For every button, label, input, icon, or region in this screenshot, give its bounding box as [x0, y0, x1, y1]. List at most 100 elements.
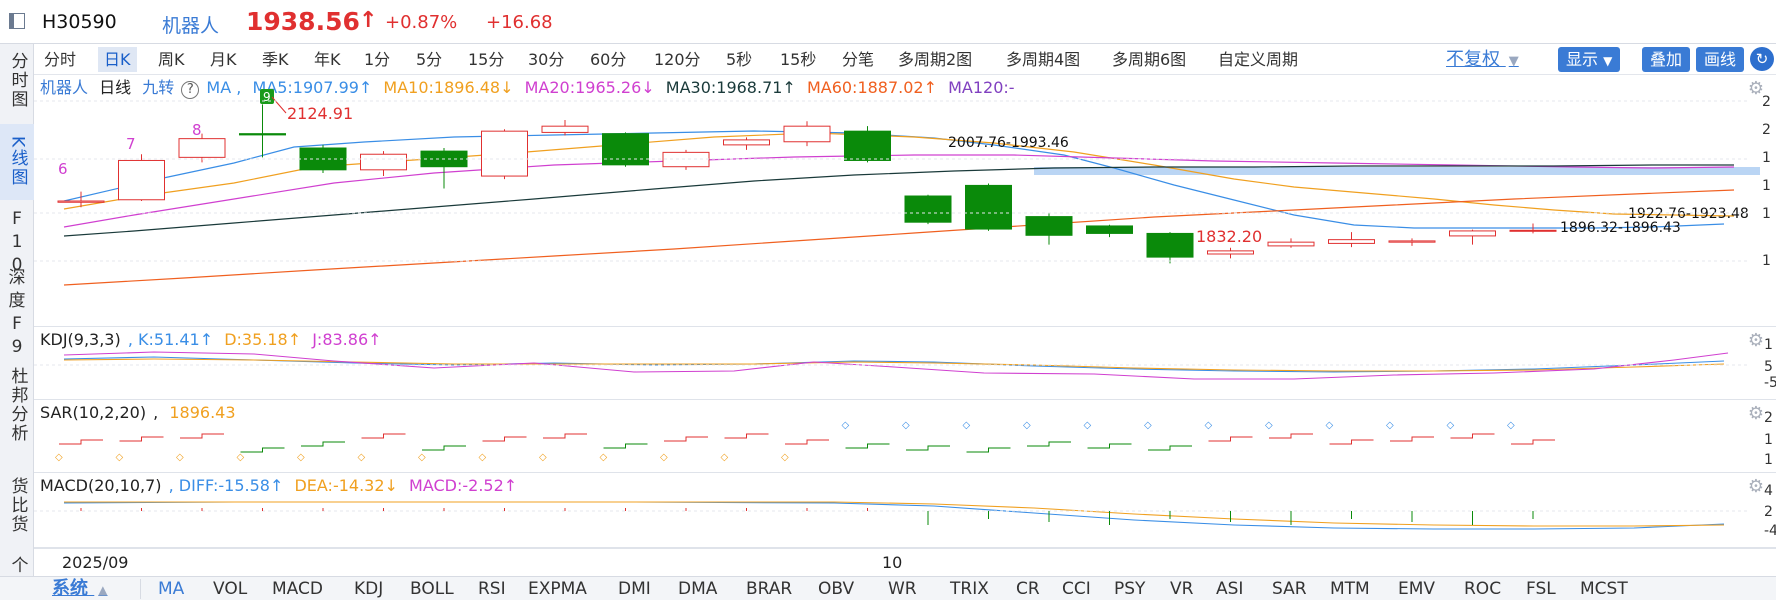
sar-dot: ◇	[297, 452, 305, 463]
indicator-tab-obv[interactable]: OBV	[818, 579, 854, 599]
sidebar-toggle-icon[interactable]	[9, 13, 25, 29]
macd-chart: 4 2 -4	[34, 483, 1776, 539]
tab-custom[interactable]: 自定义周期	[1212, 47, 1304, 72]
sar-segment	[1511, 439, 1555, 445]
indicator-tab-vol[interactable]: VOL	[213, 579, 247, 599]
indicator-tab-mcst[interactable]: MCST	[1580, 579, 1628, 599]
tab-60min[interactable]: 60分	[584, 47, 632, 72]
side-tab-dupont[interactable]: 杜邦分析	[0, 356, 34, 454]
sar-tick-3: 1	[1764, 452, 1773, 468]
kdj-panel: KDJ(9,3,3) , K:51.41↑ D:35.18↑ J:83.86↑ …	[34, 327, 1776, 400]
y-tick-4: 1	[1762, 178, 1771, 194]
kdj-tick-3: -5	[1764, 375, 1776, 391]
tab-daily[interactable]: 日K	[98, 47, 137, 72]
candle-body	[1146, 232, 1194, 258]
tab-multi2[interactable]: 多周期2图	[892, 47, 978, 72]
indicator-tab-dma[interactable]: DMA	[678, 579, 717, 599]
indicator-tab-brar[interactable]: BRAR	[746, 579, 792, 599]
tab-intraday[interactable]: 分时	[38, 47, 82, 72]
candle	[904, 194, 952, 225]
sar-dot: ◇	[479, 452, 487, 463]
candle-body	[57, 200, 105, 203]
candle-body	[1509, 229, 1557, 232]
indicator-tab-boll[interactable]: BOLL	[410, 579, 454, 599]
indicator-tab-cci[interactable]: CCI	[1062, 579, 1091, 599]
side-tab-depth[interactable]: 深度F9	[0, 268, 34, 357]
tab-quarterly[interactable]: 季K	[256, 47, 295, 72]
tab-multi6[interactable]: 多周期6图	[1106, 47, 1192, 72]
candle-body	[1207, 250, 1254, 255]
indicator-tab-macd[interactable]: MACD	[272, 579, 323, 599]
y-tick-5: 1	[1762, 206, 1771, 222]
side-tab-compare[interactable]: 货比货	[0, 464, 34, 546]
candle	[481, 129, 528, 180]
tab-1min[interactable]: 1分	[358, 47, 396, 72]
kline-panel: 机器人 日线 九转 ? MA , MA5:1907.99↑ MA10:1896.…	[34, 75, 1776, 327]
tab-tick[interactable]: 分笔	[836, 47, 880, 72]
sar-dot: ◇	[1084, 420, 1092, 431]
indicator-tab-mtm[interactable]: MTM	[1330, 579, 1370, 599]
tab-15sec[interactable]: 15秒	[774, 47, 822, 72]
tab-30min[interactable]: 30分	[522, 47, 570, 72]
sar-dot: ◇	[1326, 420, 1334, 431]
sar-dot: ◇	[1507, 420, 1515, 431]
tab-monthly[interactable]: 月K	[204, 47, 243, 72]
tab-5min[interactable]: 5分	[410, 47, 448, 72]
tab-15min[interactable]: 15分	[462, 47, 510, 72]
overlay-button[interactable]: 叠加	[1642, 47, 1691, 72]
point-change: +16.68	[486, 12, 553, 33]
indicator-tab-trix[interactable]: TRIX	[950, 579, 989, 599]
sar-dot: ◇	[116, 452, 124, 463]
indicator-tab-wr[interactable]: WR	[888, 579, 917, 599]
tab-weekly[interactable]: 周K	[152, 47, 191, 72]
indicator-tab-ma[interactable]: MA	[158, 579, 184, 599]
macd-tick-2: 2	[1764, 504, 1773, 520]
indicator-tab-dmi[interactable]: DMI	[618, 579, 651, 599]
sar-dot: ◇	[600, 452, 608, 463]
period-tab-bar: 分时 日K 周K 月K 季K 年K 1分 5分 15分 30分 60分 120分…	[34, 44, 1776, 75]
candle	[1207, 247, 1254, 259]
indicator-tab-emv[interactable]: EMV	[1398, 579, 1435, 599]
sar-segment	[785, 439, 829, 445]
tab-multi4[interactable]: 多周期4图	[1000, 47, 1086, 72]
sar-dot: ◇	[660, 452, 668, 463]
low-price-label: 1832.20	[1196, 227, 1262, 246]
candle	[1449, 229, 1496, 245]
kline-chart: 6 7 8 9 2124.91 2007.76-1993.46 1832.20 …	[34, 89, 1771, 286]
macd-tick-3: -4	[1764, 523, 1776, 539]
system-dropdown[interactable]: 系统 ▲	[52, 579, 108, 599]
indicator-tab-sar[interactable]: SAR	[1272, 579, 1307, 599]
draw-line-button[interactable]: 画线	[1696, 47, 1745, 72]
indicator-tab-roc[interactable]: ROC	[1464, 579, 1501, 599]
stock-chart-window: { "title": {"code": "H30590", "name": "机…	[0, 0, 1776, 600]
side-tab-f10[interactable]: F10	[0, 209, 34, 275]
sar-chart: 2 1 1 ◇ ◇ ◇ ◇ ◇ ◇ ◇ ◇ ◇ ◇ ◇ ◇ ◇ ◇ ◇ ◇ ◇ ◇ ◇ ◇ ◇ ◇ ◇ ◇ ◇	[55, 410, 1773, 468]
indicator-tab-psy[interactable]: PSY	[1114, 579, 1145, 599]
indicator-tab-vr[interactable]: VR	[1170, 579, 1193, 599]
index-code: H30590	[42, 11, 117, 33]
sar-segment	[664, 436, 708, 442]
indicator-tab-rsi[interactable]: RSI	[478, 579, 506, 599]
refresh-icon[interactable]: ↻	[1750, 47, 1774, 71]
sar-segment	[845, 443, 890, 449]
candle-body	[178, 138, 226, 158]
date-label-sep: 2025/09	[62, 553, 129, 572]
side-tab-kline[interactable]: K线图	[0, 124, 34, 200]
sar-dot: ◇	[55, 452, 63, 463]
candle	[57, 191, 105, 208]
nine-count-7: 7	[126, 135, 136, 153]
indicator-tab-cr[interactable]: CR	[1016, 579, 1040, 599]
tab-120min[interactable]: 120分	[648, 47, 707, 72]
tab-5sec[interactable]: 5秒	[720, 47, 758, 72]
candle	[1328, 232, 1375, 248]
indicator-tab-expma[interactable]: EXPMA	[528, 579, 587, 599]
tab-yearly[interactable]: 年K	[308, 47, 347, 72]
adjust-dropdown[interactable]: 不复权 ▼	[1446, 47, 1519, 72]
sar-tick-2: 1	[1764, 432, 1773, 448]
side-tab-intraday[interactable]: 分时图	[0, 44, 34, 116]
indicator-tab-fsl[interactable]: FSL	[1526, 579, 1556, 599]
indicator-tab-kdj[interactable]: KDJ	[354, 579, 383, 599]
indicator-tab-asi[interactable]: ASI	[1216, 579, 1243, 599]
candle	[1388, 238, 1436, 246]
display-button[interactable]: 显示 ▼	[1558, 47, 1621, 72]
